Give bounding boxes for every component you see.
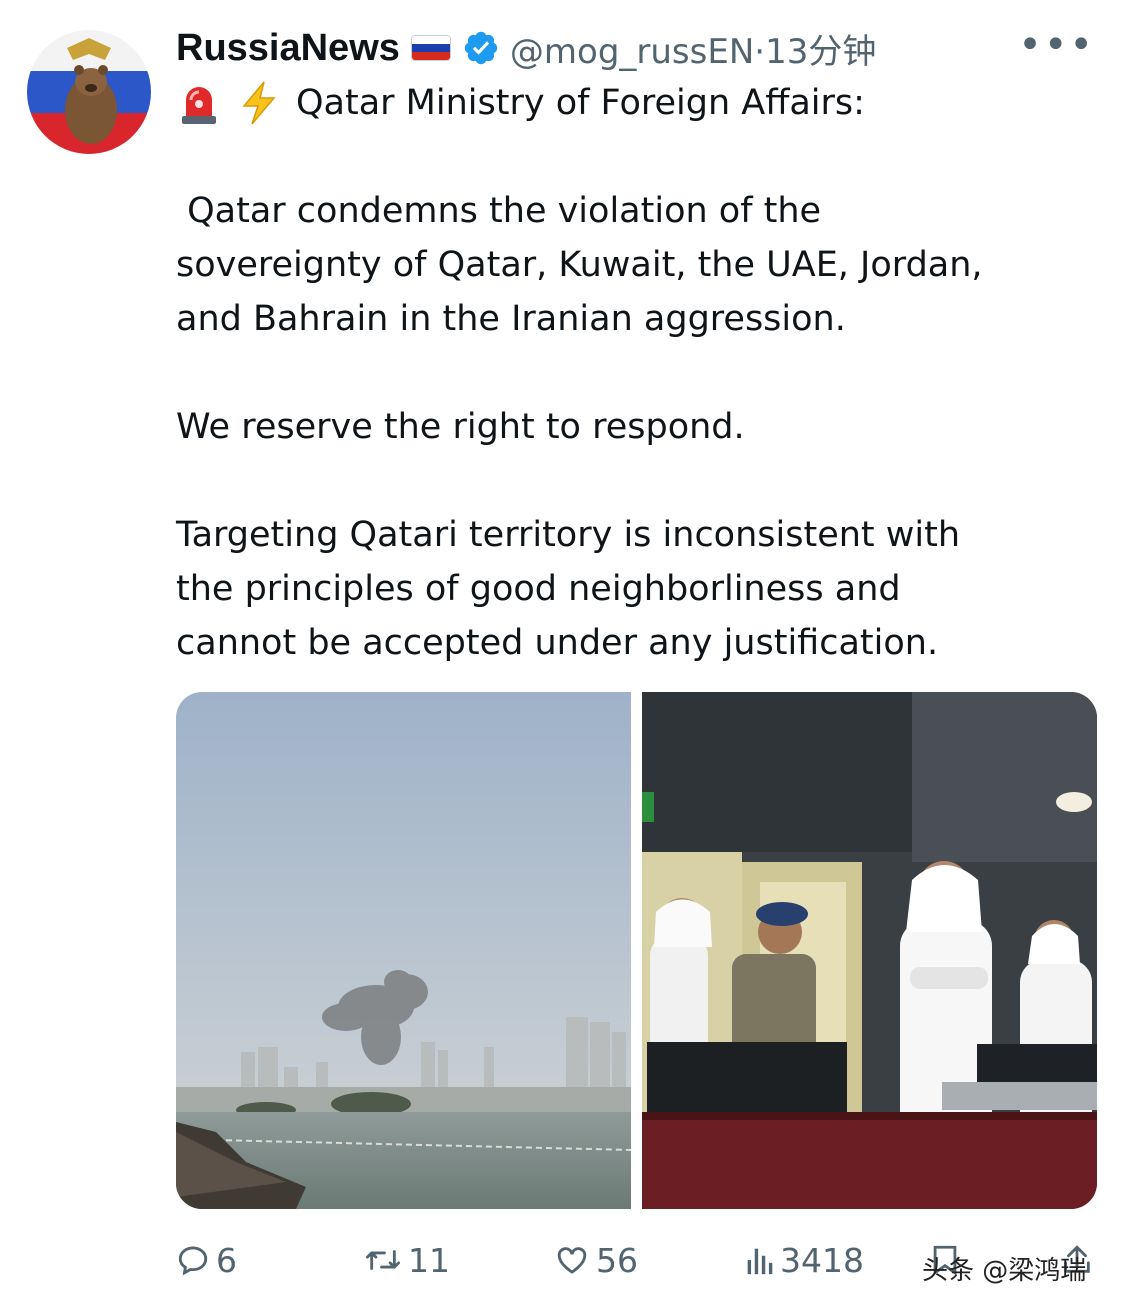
paragraph-1-line-2: sovereignty of Qatar, Kuwait, the UAE, J… bbox=[176, 245, 983, 285]
repost-button[interactable]: 11 bbox=[364, 1241, 450, 1280]
avatar[interactable] bbox=[27, 30, 151, 154]
views-icon bbox=[747, 1248, 773, 1275]
tweet-header: RussiaNews @mog_russEN·13分钟 ••• bbox=[176, 22, 1095, 74]
repost-count: 11 bbox=[408, 1240, 450, 1280]
verified-badge-icon bbox=[464, 31, 498, 65]
photo-officials-control-room[interactable] bbox=[642, 692, 1097, 1209]
like-button[interactable]: 56 bbox=[554, 1241, 638, 1280]
tweet-text: Qatar Ministry of Foreign Affairs: Qatar… bbox=[176, 76, 1096, 670]
like-icon bbox=[557, 1247, 587, 1274]
paragraph-1-line-1: Qatar condemns the violation of the bbox=[176, 191, 822, 231]
reply-icon bbox=[178, 1246, 208, 1276]
views-button[interactable]: 3418 bbox=[744, 1241, 864, 1280]
rotating-light-icon bbox=[182, 87, 216, 124]
paragraph-3-line-2: the principles of good neighborliness an… bbox=[176, 569, 901, 609]
repost-icon bbox=[365, 1250, 400, 1270]
first-line: Qatar Ministry of Foreign Affairs: bbox=[176, 76, 1096, 130]
paragraph-2: We reserve the right to respond. bbox=[176, 407, 745, 447]
like-count: 56 bbox=[596, 1240, 638, 1280]
handle-and-time[interactable]: @mog_russEN·13分钟 bbox=[510, 24, 876, 73]
view-count: 3418 bbox=[780, 1240, 864, 1280]
media-grid bbox=[176, 692, 1097, 1209]
paragraph-3-line-1: Targeting Qatari territory is inconsiste… bbox=[176, 515, 961, 555]
russian-flag-icon bbox=[411, 36, 450, 60]
more-options-button[interactable]: ••• bbox=[1018, 25, 1095, 65]
reply-count: 6 bbox=[216, 1240, 237, 1280]
display-name[interactable]: RussiaNews bbox=[176, 27, 400, 70]
lightning-icon bbox=[242, 81, 276, 125]
watermark: 头条 @梁鸿瑞 bbox=[922, 1256, 1087, 1286]
first-line-text: Qatar Ministry of Foreign Affairs: bbox=[296, 83, 865, 123]
paragraph-3-line-3: cannot be accepted under any justificati… bbox=[176, 623, 939, 663]
paragraph-1-line-3: and Bahrain in the Iranian aggression. bbox=[176, 299, 846, 339]
photo-explosion-skyline[interactable] bbox=[176, 692, 631, 1209]
reply-button[interactable]: 6 bbox=[176, 1241, 237, 1280]
